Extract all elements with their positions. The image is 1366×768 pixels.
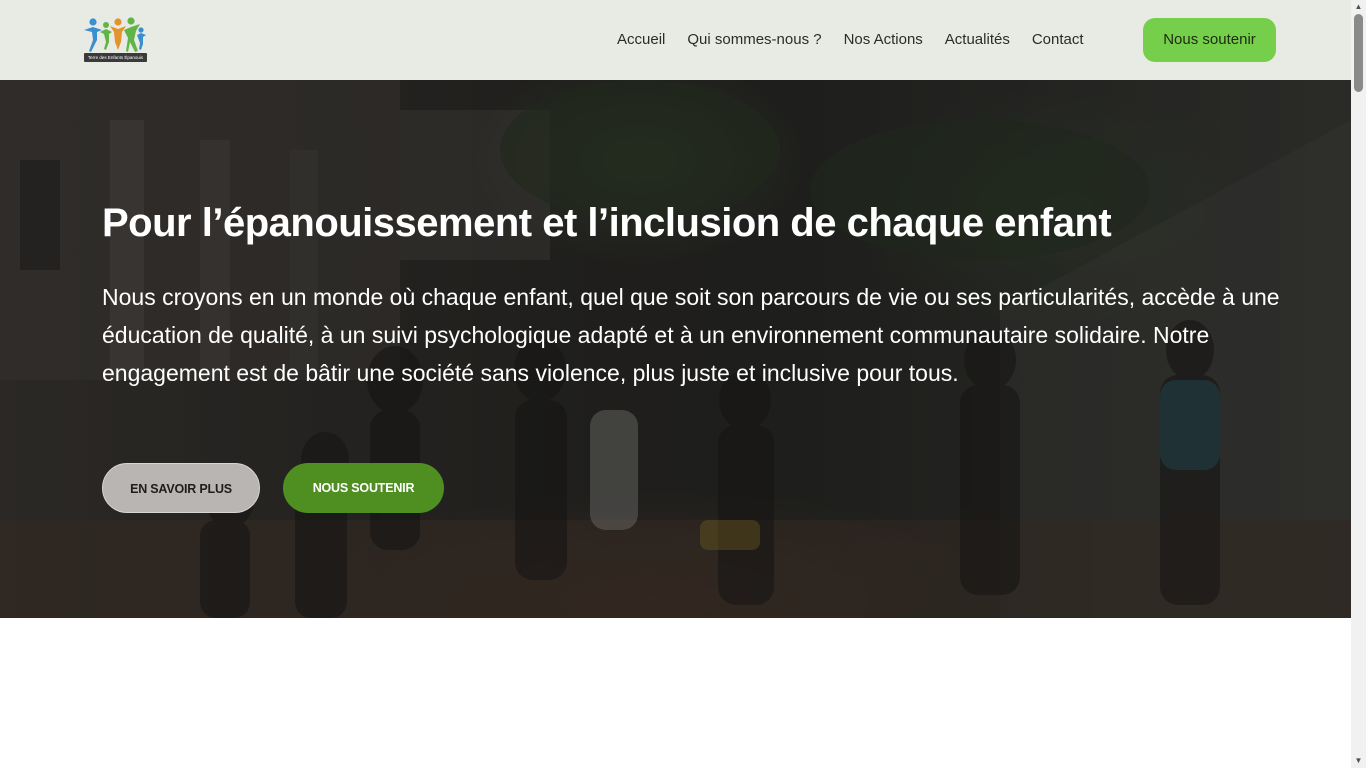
hero-description: Nous croyons en un monde où chaque enfan… [102, 284, 1280, 386]
main-nav: Accueil Qui sommes-nous ? Nos Actions Ac… [606, 18, 1095, 62]
nav-nos-actions[interactable]: Nos Actions [833, 18, 934, 62]
arrow-up-icon[interactable]: ▲ [1351, 0, 1366, 14]
nav-accueil[interactable]: Accueil [606, 18, 676, 62]
nous-soutenir-nav-button[interactable]: Nous soutenir [1143, 18, 1276, 62]
arrow-down-icon[interactable]: ▼ [1351, 754, 1366, 768]
nav-actualites[interactable]: Actualités [934, 18, 1021, 62]
nous-soutenir-hero-button[interactable]: NOUS SOUTENIR [283, 463, 444, 513]
hero-title: Pour l’épanouissement et l’inclusion de … [102, 201, 1112, 245]
en-savoir-plus-button[interactable]: EN SAVOIR PLUS [102, 463, 260, 513]
logo-text: Terre des Enfants Épanouis [84, 53, 147, 62]
page-scrollbar[interactable]: ▲ ▼ [1351, 0, 1366, 768]
hero-section: Pour l’épanouissement et l’inclusion de … [0, 80, 1351, 618]
scrollbar-thumb[interactable] [1354, 14, 1363, 92]
nav-contact[interactable]: Contact [1021, 18, 1095, 62]
site-header: Terre des Enfants Épanouis Accueil Qui s… [0, 0, 1351, 80]
nav-qui-sommes-nous[interactable]: Qui sommes-nous ? [676, 18, 832, 62]
